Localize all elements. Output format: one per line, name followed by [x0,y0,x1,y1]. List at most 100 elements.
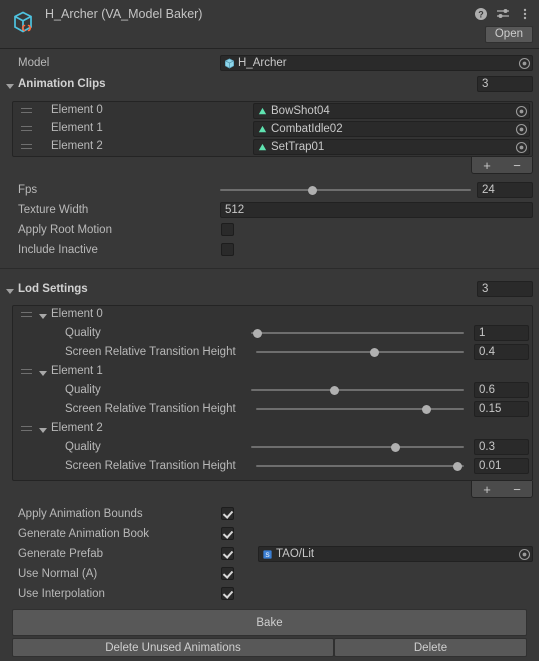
animation-clip-icon [257,124,268,135]
remove-clip-button[interactable]: − [513,159,521,172]
header-icon-group: ? [474,7,532,21]
use-interpolation-checkbox[interactable] [221,587,234,600]
lod-settings-count-field[interactable]: 3 [477,281,533,297]
slider-handle[interactable] [308,185,318,195]
drag-handle-icon[interactable] [21,312,32,318]
lod-quality-value: 1 [479,327,486,339]
fps-value-field[interactable]: 24 [477,182,533,198]
drag-handle-icon[interactable] [21,144,32,150]
lod-settings-foldout-icon[interactable] [6,289,14,294]
animation-clips-label: Animation Clips [18,78,106,90]
texture-width-field[interactable]: 512 [220,202,533,218]
lod-transition-slider[interactable] [256,401,464,417]
texture-width-value: 512 [225,204,245,216]
shader-value: TAO/Lit [276,548,315,560]
drag-handle-icon[interactable] [21,108,32,114]
slider-handle[interactable] [391,442,401,452]
drag-handle-icon[interactable] [21,426,32,432]
lod-quality-row: Quality 0.6 [13,382,532,401]
drag-handle-icon[interactable] [21,369,32,375]
animation-clips-count-field[interactable]: 3 [477,76,533,92]
apply-animation-bounds-checkbox[interactable] [221,507,234,520]
lod-transition-slider[interactable] [256,458,464,474]
lod-transition-value-field[interactable]: 0.15 [474,401,529,417]
animation-clip-icon [257,106,268,117]
clip-object-field[interactable]: CombatIdle02 [253,121,530,137]
generate-animation-book-row: Generate Animation Book [0,526,539,544]
shader-object-picker-icon[interactable] [518,548,531,561]
lod-list-footer: + − [471,481,533,498]
list-item[interactable]: Element 0 [13,306,532,325]
use-normal-checkbox[interactable] [221,567,234,580]
lod-transition-value-field[interactable]: 0.4 [474,344,529,360]
add-clip-button[interactable]: + [483,159,491,172]
lod-element-foldout-icon[interactable] [39,371,47,376]
lod-quality-row: Quality 1 [13,325,532,344]
include-inactive-checkbox[interactable] [221,243,234,256]
use-interpolation-row: Use Interpolation [0,586,539,604]
apply-root-motion-label: Apply Root Motion [18,224,112,236]
animation-clips-header[interactable]: Animation Clips 3 [0,76,539,95]
slider-handle[interactable] [422,404,432,414]
model-object-picker-icon[interactable] [518,57,531,70]
animation-clips-foldout-icon[interactable] [6,84,14,89]
apply-root-motion-checkbox[interactable] [221,223,234,236]
delete-button[interactable]: Delete [334,638,527,657]
bake-settings-group: Fps 24 Texture Width 512 Apply Root Moti… [0,182,539,260]
fps-label: Fps [18,184,38,196]
lod-transition-slider[interactable] [256,344,464,360]
generate-animation-book-checkbox[interactable] [221,527,234,540]
fps-row: Fps 24 [0,182,539,200]
list-item[interactable]: Element 2 [13,420,532,439]
bake-button[interactable]: Bake [12,609,527,636]
open-button[interactable]: Open [484,26,533,43]
drag-handle-icon[interactable] [21,126,32,132]
lod-quality-slider[interactable] [251,439,464,455]
generate-animation-book-label: Generate Animation Book [18,528,150,540]
lod-settings-list: Element 0 Quality 1 Screen Relative Tran… [12,305,533,481]
lod-transition-value: 0.15 [479,403,502,415]
shader-object-field[interactable]: S TAO/Lit [258,546,533,562]
lod-element-foldout-icon[interactable] [39,428,47,433]
slider-handle[interactable] [370,347,380,357]
slider-track [251,389,464,391]
lod-transition-value: 0.4 [479,346,495,358]
lod-settings-count: 3 [482,283,489,295]
clip-object-picker-icon[interactable] [515,123,528,136]
fps-slider[interactable] [220,182,471,198]
list-item[interactable]: Element 0 BowShot04 [13,102,532,120]
clip-object-field[interactable]: SetTrap01 [253,139,530,155]
preset-sliders-icon[interactable] [496,7,510,21]
slider-handle[interactable] [453,461,463,471]
model-object-field[interactable]: H_Archer [220,55,533,71]
animation-clip-icon [257,142,268,153]
lod-settings-header[interactable]: Lod Settings 3 [0,281,539,300]
lod-quality-slider[interactable] [251,382,464,398]
slider-handle[interactable] [252,328,262,338]
list-item[interactable]: Element 2 SetTrap01 [13,138,532,156]
slider-handle[interactable] [329,385,339,395]
clip-object-picker-icon[interactable] [515,141,528,154]
lod-quality-value-field[interactable]: 1 [474,325,529,341]
prefab-model-icon [224,58,235,69]
clip-object-field[interactable]: BowShot04 [253,103,530,119]
list-item[interactable]: Element 1 [13,363,532,382]
help-icon[interactable]: ? [474,7,488,21]
inspector-panel: H_Archer (VA_Model Baker) ? Open Model H… [0,0,539,661]
lod-quality-slider[interactable] [251,325,464,341]
generate-prefab-row: Generate Prefab S TAO/Lit [0,546,539,564]
generate-prefab-checkbox[interactable] [221,547,234,560]
lod-transition-row: Screen Relative Transition Height 0.01 [13,458,532,477]
lod-element-foldout-icon[interactable] [39,314,47,319]
clip-object-picker-icon[interactable] [515,105,528,118]
delete-unused-animations-button[interactable]: Delete Unused Animations [12,638,334,657]
kebab-menu-icon[interactable] [518,7,532,21]
animation-clips-list: Element 0 BowShot04 Element 1 CombatIdle… [12,101,533,157]
apply-root-motion-row: Apply Root Motion [0,222,539,240]
remove-lod-button[interactable]: − [513,483,521,496]
lod-quality-value-field[interactable]: 0.3 [474,439,529,455]
lod-transition-value-field[interactable]: 0.01 [474,458,529,474]
add-lod-button[interactable]: + [483,483,491,496]
lod-quality-value-field[interactable]: 0.6 [474,382,529,398]
list-item[interactable]: Element 1 CombatIdle02 [13,120,532,138]
